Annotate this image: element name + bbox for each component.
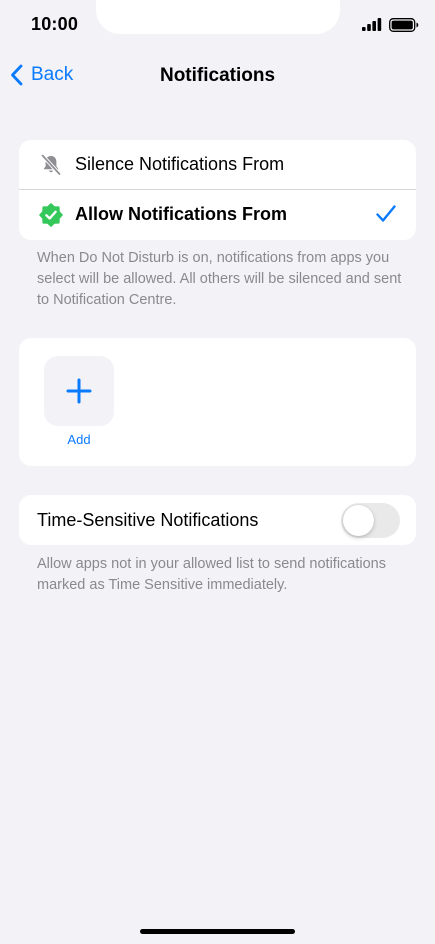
battery-icon xyxy=(389,18,419,32)
notification-mode-group: Silence Notifications From Allow Notific… xyxy=(19,140,416,240)
mode-footnote: When Do Not Disturb is on, notifications… xyxy=(37,250,402,308)
allow-notifications-option[interactable]: Allow Notifications From xyxy=(19,190,416,240)
home-indicator xyxy=(140,929,295,934)
silence-notifications-option[interactable]: Silence Notifications From xyxy=(19,140,416,190)
add-app-label[interactable]: Add xyxy=(44,432,114,447)
time-sensitive-footnote: Allow apps not in your allowed list to s… xyxy=(37,556,386,593)
navigation-bar: Back Notifications xyxy=(0,56,435,100)
bell-slash-icon xyxy=(40,153,62,176)
checkmark-icon xyxy=(376,205,396,222)
allow-notifications-label: Allow Notifications From xyxy=(75,204,288,224)
time-sensitive-row: Time-Sensitive Notifications xyxy=(19,495,416,545)
plus-icon xyxy=(66,378,92,404)
time-sensitive-label: Time-Sensitive Notifications xyxy=(37,510,259,530)
checkmark-seal-icon xyxy=(39,203,63,227)
time-sensitive-toggle[interactable] xyxy=(341,503,400,538)
allowed-apps-group: Add xyxy=(19,338,416,466)
page-title: Notifications xyxy=(159,65,276,86)
status-time: 10:00 xyxy=(31,14,79,34)
toggle-knob xyxy=(343,505,374,536)
device-notch xyxy=(96,0,340,34)
add-app-button[interactable] xyxy=(44,356,114,426)
cellular-signal-icon xyxy=(362,18,382,31)
silence-notifications-label: Silence Notifications From xyxy=(75,154,285,174)
status-bar: 10:00 xyxy=(0,0,435,50)
